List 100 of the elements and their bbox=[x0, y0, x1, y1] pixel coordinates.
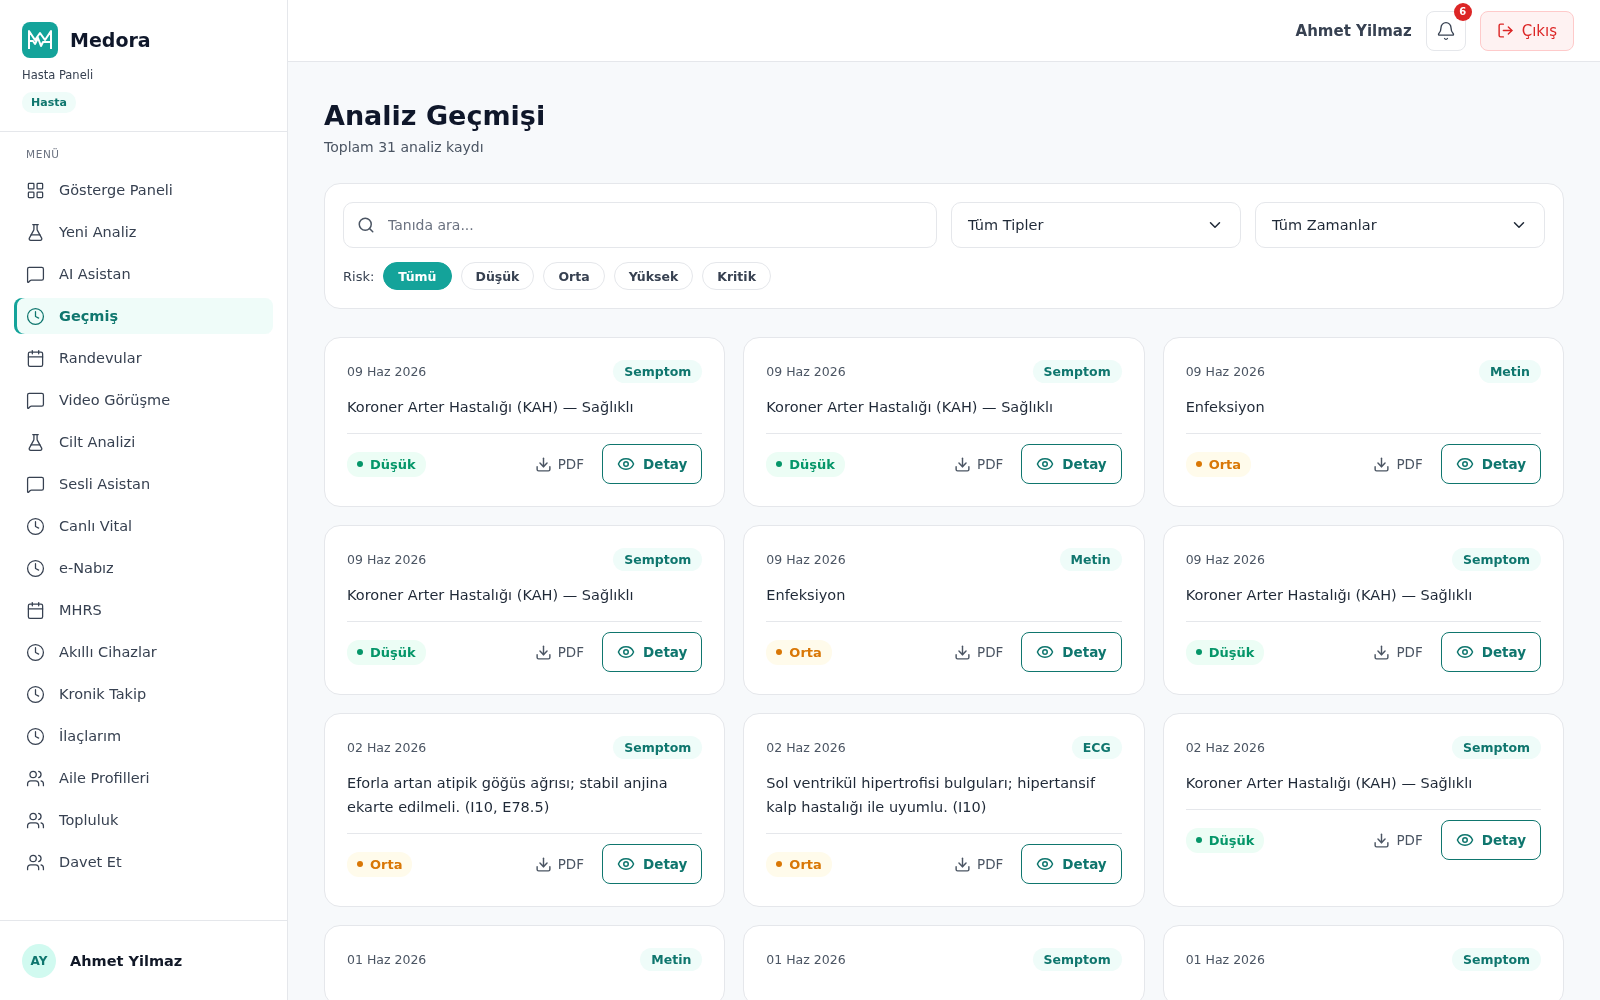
type-tag: Metin bbox=[1478, 360, 1541, 383]
flask-icon bbox=[26, 222, 45, 242]
type-tag: Metin bbox=[640, 948, 703, 971]
pdf-button[interactable]: PDF bbox=[1369, 637, 1427, 667]
card-date: 01 Haz 2026 bbox=[347, 952, 427, 967]
menu-item[interactable]: Geçmiş bbox=[14, 298, 273, 334]
clock-icon bbox=[26, 684, 45, 704]
card-date: 02 Haz 2026 bbox=[347, 740, 427, 755]
risk-tag: Orta bbox=[347, 851, 413, 877]
download-icon bbox=[534, 643, 552, 661]
menu-item[interactable]: Canlı Vital bbox=[14, 508, 273, 544]
detail-button[interactable]: Detay bbox=[1440, 820, 1541, 860]
menu-item[interactable]: Kronik Takip bbox=[14, 676, 273, 712]
menu-item[interactable]: Topluluk bbox=[14, 802, 273, 838]
menu-item[interactable]: MHRS bbox=[14, 592, 273, 628]
risk-chip[interactable]: Yüksek bbox=[613, 262, 694, 290]
time-select[interactable]: Tüm Zamanlar bbox=[1255, 202, 1545, 248]
pdf-button[interactable]: PDF bbox=[530, 849, 588, 879]
logout-button[interactable]: Çıkış bbox=[1479, 10, 1574, 51]
pdf-button[interactable]: PDF bbox=[1369, 825, 1427, 855]
type-tag: Semptom bbox=[613, 548, 703, 571]
type-tag: Semptom bbox=[1032, 360, 1122, 383]
menu-item[interactable]: Akıllı Cihazlar bbox=[14, 634, 273, 670]
card-title: Koroner Arter Hastalığı (KAH) — Sağlıklı bbox=[1185, 586, 1474, 605]
detail-button[interactable]: Detay bbox=[1021, 444, 1122, 484]
eye-icon bbox=[617, 455, 635, 473]
clock-icon bbox=[26, 726, 45, 746]
download-icon bbox=[1373, 831, 1391, 849]
users-icon bbox=[26, 852, 45, 872]
role-tag: Hasta bbox=[22, 92, 76, 113]
users-icon bbox=[26, 810, 45, 830]
eye-icon bbox=[1036, 455, 1055, 473]
pdf-button[interactable]: PDF bbox=[950, 449, 1008, 479]
menu-item[interactable]: Aile Profilleri bbox=[14, 760, 273, 796]
risk-chip[interactable]: Düşük bbox=[460, 262, 535, 290]
type-tag: Semptom bbox=[613, 360, 703, 383]
menu-item[interactable]: Yeni Analiz bbox=[14, 214, 273, 250]
notification-badge: 6 bbox=[1453, 2, 1472, 21]
card-title: Enfeksiyon bbox=[1185, 398, 1266, 417]
menu-item[interactable]: e-Nabız bbox=[14, 550, 273, 586]
clock-icon bbox=[26, 642, 45, 662]
bell-icon bbox=[1435, 20, 1456, 41]
risk-tag: Orta bbox=[766, 851, 832, 877]
type-tag: ECG bbox=[1071, 736, 1122, 759]
search-field[interactable]: Tanıda ara... bbox=[343, 202, 937, 248]
detail-button[interactable]: Detay bbox=[1021, 844, 1122, 884]
menu-item[interactable]: AI Asistan bbox=[14, 256, 273, 292]
menu-item[interactable]: Sesli Asistan bbox=[14, 466, 273, 502]
download-icon bbox=[954, 855, 972, 873]
flask-icon bbox=[26, 432, 45, 452]
detail-button[interactable]: Detay bbox=[602, 444, 703, 484]
detail-button[interactable]: Detay bbox=[1440, 632, 1541, 672]
grid-icon bbox=[26, 180, 45, 200]
pdf-button[interactable]: PDF bbox=[1369, 449, 1427, 479]
card-title: Koroner Arter Hastalığı (KAH) — Sağlıklı bbox=[766, 398, 1054, 417]
download-icon bbox=[954, 455, 972, 473]
risk-tag: Düşük bbox=[347, 639, 426, 665]
eye-icon bbox=[1455, 455, 1474, 473]
risk-chip[interactable]: Kritik bbox=[702, 262, 771, 290]
type-tag: Semptom bbox=[1451, 948, 1541, 971]
type-select[interactable]: Tüm Tipler bbox=[951, 202, 1241, 248]
page-title: Analiz Geçmişi bbox=[324, 100, 547, 131]
menu-item[interactable]: İlaçlarım bbox=[14, 718, 273, 754]
detail-button[interactable]: Detay bbox=[1021, 632, 1122, 672]
clock-icon bbox=[26, 516, 45, 536]
pdf-button[interactable]: PDF bbox=[950, 637, 1008, 667]
pdf-button[interactable]: PDF bbox=[950, 849, 1008, 879]
download-icon bbox=[1373, 643, 1391, 661]
card-date: 09 Haz 2026 bbox=[1185, 364, 1265, 379]
card-title: Eforla artan atipik göğüs ağrısı; stabil anjina ekarte edilmeli. (I10, E78.5) bbox=[347, 774, 669, 817]
pdf-button[interactable]: PDF bbox=[530, 637, 588, 667]
menu-item[interactable]: Cilt Analizi bbox=[14, 424, 273, 460]
eye-icon bbox=[617, 643, 635, 661]
clock-icon bbox=[26, 558, 45, 578]
menu-item[interactable]: Randevular bbox=[14, 340, 273, 376]
calendar-icon bbox=[26, 600, 45, 620]
user-name: Ahmet Yilmaz bbox=[70, 952, 183, 969]
card-date: 09 Haz 2026 bbox=[347, 552, 427, 567]
chat-icon bbox=[26, 474, 45, 494]
type-tag: Semptom bbox=[613, 736, 703, 759]
pdf-button[interactable]: PDF bbox=[530, 449, 588, 479]
card-title: Sol ventrikül hipertrofisi bulguları; hipertansif kalp hastalığı ile uyumlu. (I10) bbox=[766, 774, 1097, 817]
risk-tag: Düşük bbox=[766, 451, 845, 477]
risk-chip[interactable]: Orta bbox=[543, 262, 605, 290]
menu-item[interactable]: Gösterge Paneli bbox=[14, 172, 273, 208]
logout-icon bbox=[1496, 22, 1514, 39]
card-date: 01 Haz 2026 bbox=[1185, 952, 1265, 967]
card-title: Koroner Arter Hastalığı (KAH) — Sağlıklı bbox=[347, 398, 635, 417]
card-date: 01 Haz 2026 bbox=[766, 952, 846, 967]
menu-item[interactable]: Video Görüşme bbox=[14, 382, 273, 418]
brand-name: Medora bbox=[70, 29, 151, 51]
detail-button[interactable]: Detay bbox=[602, 844, 703, 884]
menu-item[interactable]: Davet Et bbox=[14, 844, 273, 880]
detail-button[interactable]: Detay bbox=[602, 632, 703, 672]
risk-tag: Düşük bbox=[1185, 827, 1265, 853]
download-icon bbox=[534, 455, 552, 473]
card-date: 09 Haz 2026 bbox=[766, 552, 846, 567]
type-tag: Semptom bbox=[1032, 948, 1122, 971]
page-subtitle: Toplam 31 analiz kaydı bbox=[324, 139, 485, 155]
detail-button[interactable]: Detay bbox=[1440, 444, 1541, 484]
